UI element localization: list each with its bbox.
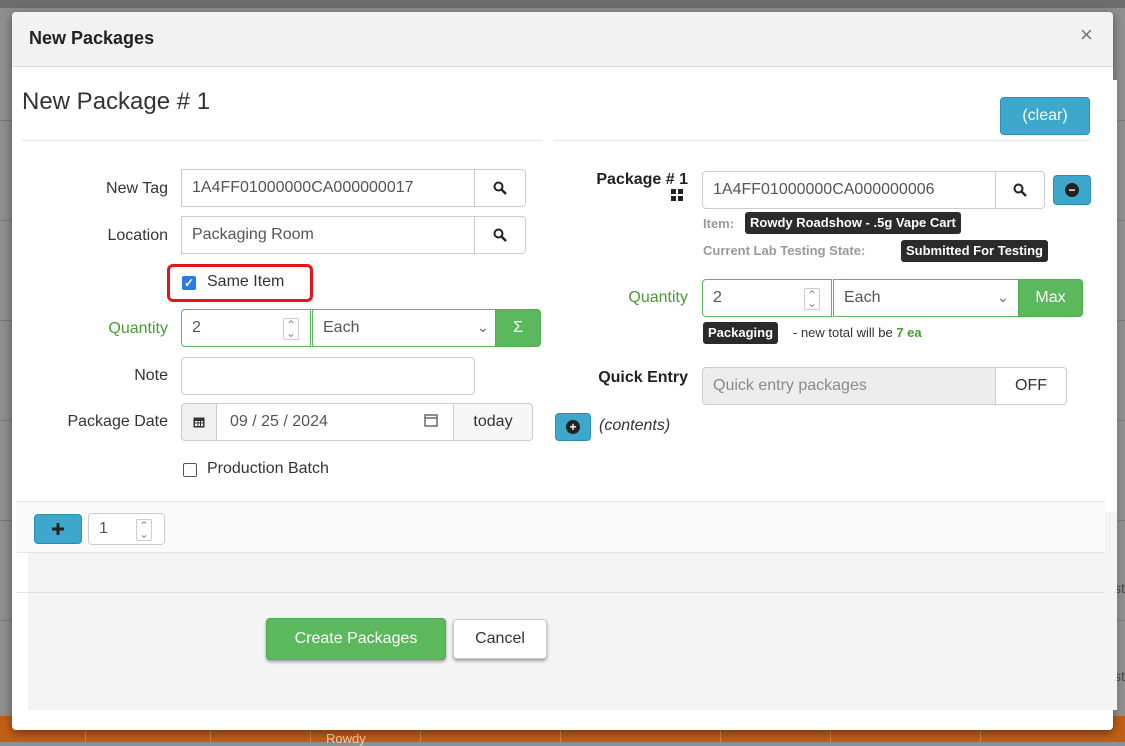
item-label: Item: <box>703 216 735 231</box>
plus-circle-icon: + <box>566 420 580 434</box>
divider <box>554 140 1090 141</box>
background-topbar <box>0 0 1125 8</box>
calendar-icon <box>193 417 205 428</box>
cancel-button[interactable]: Cancel <box>453 619 547 659</box>
new-total-value: 7 ea <box>896 325 922 340</box>
contents-label: (contents) <box>599 417 671 434</box>
package-heading: New Package # 1 <box>22 88 211 115</box>
divider <box>22 140 542 141</box>
package-quantity-label: Quantity <box>628 289 688 306</box>
same-item-label: Same Item <box>207 273 285 290</box>
package-quantity-stepper[interactable]: ⌃ ⌄ <box>804 288 820 310</box>
calendar-addon <box>181 403 217 441</box>
search-icon <box>493 228 507 242</box>
quantity-stepper[interactable]: ⌃ ⌄ <box>283 318 299 340</box>
package-tag-search-button[interactable] <box>995 171 1045 209</box>
package-date-label: Package Date <box>67 413 168 430</box>
package-number-label: Package # 1 <box>596 171 688 188</box>
packaging-badge: Packaging <box>703 322 779 344</box>
remove-package-button[interactable]: − <box>1053 175 1091 205</box>
close-icon[interactable]: × <box>1080 22 1093 48</box>
location-search-button[interactable] <box>474 216 526 254</box>
package-date-input[interactable]: 09 / 25 / 2024 <box>216 403 454 441</box>
modal-header: New Packages × <box>12 12 1113 67</box>
modal-title: New Packages <box>29 28 155 48</box>
search-icon <box>493 181 507 195</box>
item-badge: Rowdy Roadshow - .5g Vape Cart <box>745 212 961 234</box>
add-package-row <box>16 501 1105 553</box>
package-unit-select[interactable]: Each <box>833 279 1019 317</box>
note-label: Note <box>134 367 168 384</box>
background-row-text: Rowdy <box>326 731 366 746</box>
location-label: Location <box>107 227 169 244</box>
max-button[interactable]: Max <box>1018 279 1083 317</box>
plus-icon <box>52 523 64 535</box>
lab-testing-badge: Submitted For Testing <box>901 240 1048 262</box>
unit-select[interactable]: Each <box>312 309 496 347</box>
note-input[interactable] <box>181 357 475 395</box>
same-item-checkbox[interactable]: ✓ <box>182 276 196 290</box>
clear-button[interactable]: (clear) <box>1000 97 1090 135</box>
add-package-count-input[interactable]: 1 <box>88 513 165 545</box>
create-packages-button[interactable]: Create Packages <box>266 618 446 660</box>
quick-entry-label: Quick Entry <box>598 369 688 386</box>
minus-circle-icon: − <box>1065 183 1079 197</box>
new-tag-search-button[interactable] <box>474 169 526 207</box>
location-input[interactable]: Packaging Room <box>181 216 475 254</box>
date-picker-icon[interactable] <box>424 413 438 427</box>
add-contents-button[interactable]: + <box>555 413 591 441</box>
add-package-button[interactable] <box>34 514 82 544</box>
new-tag-label: New Tag <box>106 180 168 197</box>
quantity-label: Quantity <box>108 320 168 337</box>
quick-entry-toggle[interactable]: OFF <box>995 367 1067 405</box>
search-icon <box>1013 183 1027 197</box>
package-tag-input[interactable]: 1A4FF01000000CA000000006 <box>702 171 996 209</box>
sum-button[interactable]: Σ <box>495 309 541 347</box>
grid-icon[interactable] <box>671 189 683 201</box>
production-batch-label: Production Batch <box>207 460 329 477</box>
chevron-down-icon: ⌄ <box>477 319 489 335</box>
production-batch-checkbox[interactable] <box>183 463 197 477</box>
new-tag-input[interactable]: 1A4FF01000000CA000000017 <box>181 169 475 207</box>
chevron-down-icon: ⌄ <box>997 289 1009 305</box>
quick-entry-input[interactable]: Quick entry packages <box>702 367 996 405</box>
new-total-text: - new total will be 7 ea <box>793 325 922 340</box>
lab-testing-label: Current Lab Testing State: <box>703 243 866 258</box>
today-button[interactable]: today <box>453 403 533 441</box>
add-package-count-stepper[interactable]: ⌃ ⌄ <box>136 519 152 541</box>
divider <box>16 592 1105 593</box>
